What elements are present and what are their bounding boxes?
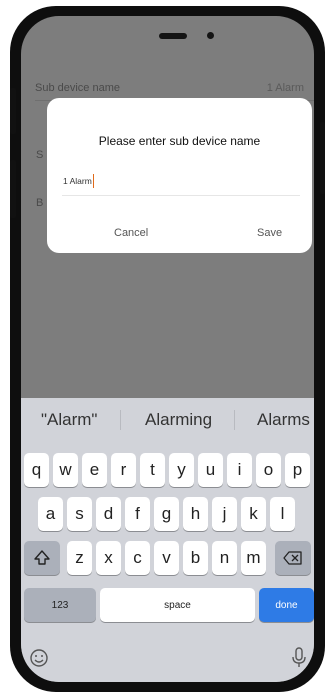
done-key[interactable]: done <box>259 588 314 622</box>
key-w[interactable]: w <box>53 453 78 487</box>
sub-device-name-label: Sub device name <box>35 82 120 94</box>
shift-icon <box>33 549 51 567</box>
key-y[interactable]: y <box>169 453 194 487</box>
backspace-key[interactable] <box>275 541 311 575</box>
key-t[interactable]: t <box>140 453 165 487</box>
key-h[interactable]: h <box>183 497 208 531</box>
sub-device-name-row: Sub device name 1 Alarm <box>35 82 314 94</box>
key-o[interactable]: o <box>256 453 281 487</box>
emoji-icon[interactable] <box>29 648 49 673</box>
background-row-label: B <box>36 197 44 209</box>
key-i[interactable]: i <box>227 453 252 487</box>
dialog-title: Please enter sub device name <box>98 134 261 148</box>
key-v[interactable]: v <box>154 541 179 575</box>
shift-key[interactable] <box>24 541 60 575</box>
phone-side-button <box>10 88 16 134</box>
phone-side-button <box>10 160 16 218</box>
suggestion-bar: "Alarm" Alarming Alarms <box>21 398 314 440</box>
speaker-grille <box>159 33 187 39</box>
sub-device-name-input[interactable]: 1 Alarm <box>62 170 300 196</box>
key-q[interactable]: q <box>24 453 49 487</box>
key-g[interactable]: g <box>154 497 179 531</box>
input-text: 1 Alarm <box>63 176 92 186</box>
key-s[interactable]: s <box>67 497 92 531</box>
key-z[interactable]: z <box>67 541 92 575</box>
suggestion-item[interactable]: Alarms <box>257 410 310 430</box>
suggestion-separator <box>120 410 121 430</box>
done-key-label: done <box>275 599 298 611</box>
key-n[interactable]: n <box>212 541 237 575</box>
suggestion-separator <box>234 410 235 430</box>
input-underline <box>62 195 300 196</box>
suggestion-item[interactable]: "Alarm" <box>41 410 97 430</box>
key-m[interactable]: m <box>241 541 266 575</box>
key-r[interactable]: r <box>111 453 136 487</box>
phone-screen: Sub device name 1 Alarm S B Please enter… <box>21 16 314 682</box>
front-camera <box>207 32 214 39</box>
space-key-label: space <box>164 599 191 611</box>
key-a[interactable]: a <box>38 497 63 531</box>
numbers-key[interactable]: 123 <box>24 588 96 622</box>
key-f[interactable]: f <box>125 497 150 531</box>
microphone-icon[interactable] <box>291 647 307 674</box>
key-j[interactable]: j <box>212 497 237 531</box>
key-u[interactable]: u <box>198 453 223 487</box>
text-caret <box>93 174 94 188</box>
rename-dialog: Please enter sub device name 1 Alarm Can… <box>47 98 312 253</box>
keyboard: "Alarm" Alarming Alarms q w e r t y u i … <box>21 398 314 682</box>
key-b[interactable]: b <box>183 541 208 575</box>
key-x[interactable]: x <box>96 541 121 575</box>
phone-side-button <box>320 122 325 194</box>
key-p[interactable]: p <box>285 453 310 487</box>
key-k[interactable]: k <box>241 497 266 531</box>
cancel-button[interactable]: Cancel <box>114 227 148 239</box>
sub-device-name-value: 1 Alarm <box>266 82 304 94</box>
suggestion-item[interactable]: Alarming <box>145 410 212 430</box>
key-l[interactable]: l <box>270 497 295 531</box>
key-c[interactable]: c <box>125 541 150 575</box>
numbers-key-label: 123 <box>51 599 69 611</box>
background-row-label: S <box>36 149 44 161</box>
backspace-icon <box>283 550 303 566</box>
key-e[interactable]: e <box>82 453 107 487</box>
space-key[interactable]: space <box>100 588 255 622</box>
save-button[interactable]: Save <box>257 227 282 239</box>
key-d[interactable]: d <box>96 497 121 531</box>
